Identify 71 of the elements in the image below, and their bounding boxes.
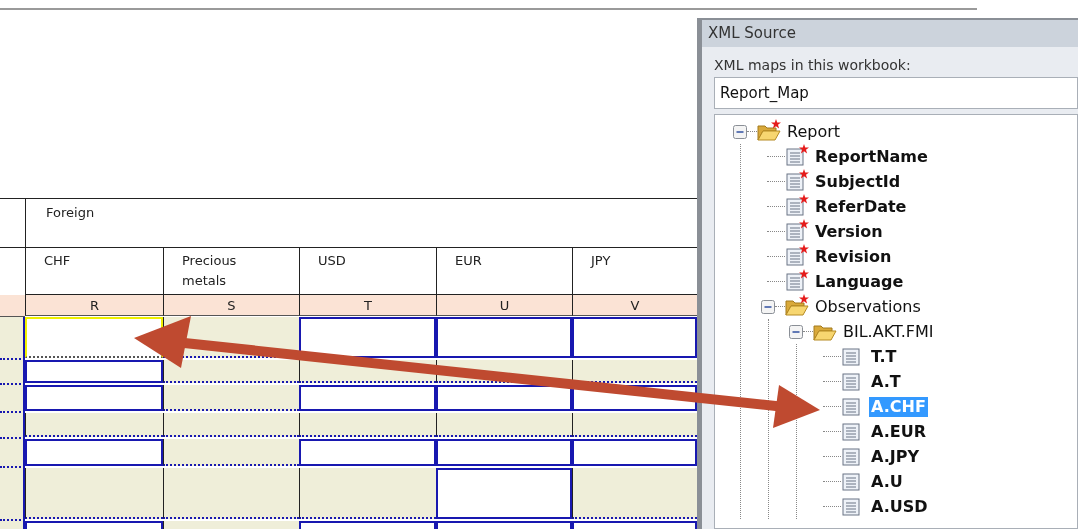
element-icon	[785, 146, 805, 167]
table-cell[interactable]	[163, 413, 299, 437]
element-icon	[785, 171, 805, 192]
tree-item[interactable]: SubjectId	[813, 171, 903, 192]
maps-label: XML maps in this workbook:	[713, 56, 912, 75]
element-icon	[785, 221, 805, 242]
element-icon	[841, 396, 861, 417]
table-cell[interactable]	[436, 439, 572, 466]
table-cell[interactable]	[436, 385, 572, 411]
tree-item[interactable]: ReportName	[813, 146, 930, 167]
table-cell[interactable]	[572, 439, 697, 466]
element-icon	[841, 471, 861, 492]
table-cell[interactable]	[572, 317, 697, 358]
tree-item[interactable]: Version	[813, 221, 885, 242]
tree-item[interactable]: Revision	[813, 246, 894, 267]
table-cell[interactable]	[299, 413, 436, 437]
map-dropdown[interactable]: Report_Map	[714, 77, 1078, 109]
table-cell[interactable]	[436, 413, 572, 437]
column-letter[interactable]: T	[299, 295, 436, 316]
table-cell[interactable]	[572, 360, 697, 383]
folder-icon	[757, 122, 781, 141]
table-cell[interactable]	[25, 360, 163, 383]
table-cell[interactable]	[436, 317, 572, 358]
table-cell[interactable]	[25, 385, 163, 411]
table-cell[interactable]	[163, 360, 299, 383]
tree-item[interactable]: A.USD	[869, 496, 930, 517]
element-icon	[841, 346, 861, 367]
table-cell[interactable]	[572, 468, 697, 519]
table-cell[interactable]	[163, 439, 299, 466]
table-cell[interactable]	[25, 413, 163, 437]
tree-item[interactable]: ReferDate	[813, 196, 909, 217]
element-icon	[841, 446, 861, 467]
folder-icon	[785, 297, 809, 316]
table-cell[interactable]	[436, 468, 572, 519]
table-cell[interactable]	[299, 468, 436, 519]
column-letter[interactable]: U	[436, 295, 572, 316]
tree-item[interactable]: A.T	[869, 371, 903, 392]
table-cell[interactable]	[299, 439, 436, 466]
tree-item[interactable]: A.JPY	[869, 446, 922, 467]
table-cell[interactable]	[163, 468, 299, 519]
column-letter[interactable]: R	[25, 295, 163, 316]
element-icon	[841, 496, 861, 517]
table-cell[interactable]	[0, 198, 25, 248]
tree-item[interactable]: T.T	[869, 346, 899, 367]
table-cell[interactable]	[25, 439, 163, 466]
tree-item[interactable]: Observations	[813, 296, 923, 317]
table-cell[interactable]	[25, 468, 163, 519]
table-cell[interactable]	[0, 317, 25, 360]
collapse-icon[interactable]	[733, 124, 747, 139]
element-icon	[841, 371, 861, 392]
table-cell[interactable]	[572, 413, 697, 437]
element-icon	[841, 421, 861, 442]
column-letter[interactable]	[0, 295, 25, 317]
folder-icon	[813, 322, 837, 341]
collapse-icon[interactable]	[789, 324, 803, 339]
table-cell[interactable]	[299, 317, 436, 358]
tree-item[interactable]: A.U	[869, 471, 905, 492]
table-cell[interactable]	[163, 385, 299, 411]
element-icon	[785, 246, 805, 267]
column-letter[interactable]: S	[163, 295, 299, 316]
element-icon	[785, 196, 805, 217]
tree-item[interactable]: Language	[813, 271, 906, 292]
collapse-icon[interactable]	[761, 299, 775, 314]
group-header: Foreign	[25, 198, 697, 248]
table-cell[interactable]	[299, 385, 436, 411]
column-letter[interactable]: V	[572, 295, 697, 316]
element-icon	[785, 271, 805, 292]
tree-item[interactable]: BIL.AKT.FMI	[841, 321, 936, 342]
panel-title: XML Source	[702, 20, 1078, 47]
tree-item[interactable]: Report	[785, 121, 843, 142]
tree-item[interactable]: A.EUR	[869, 421, 928, 442]
